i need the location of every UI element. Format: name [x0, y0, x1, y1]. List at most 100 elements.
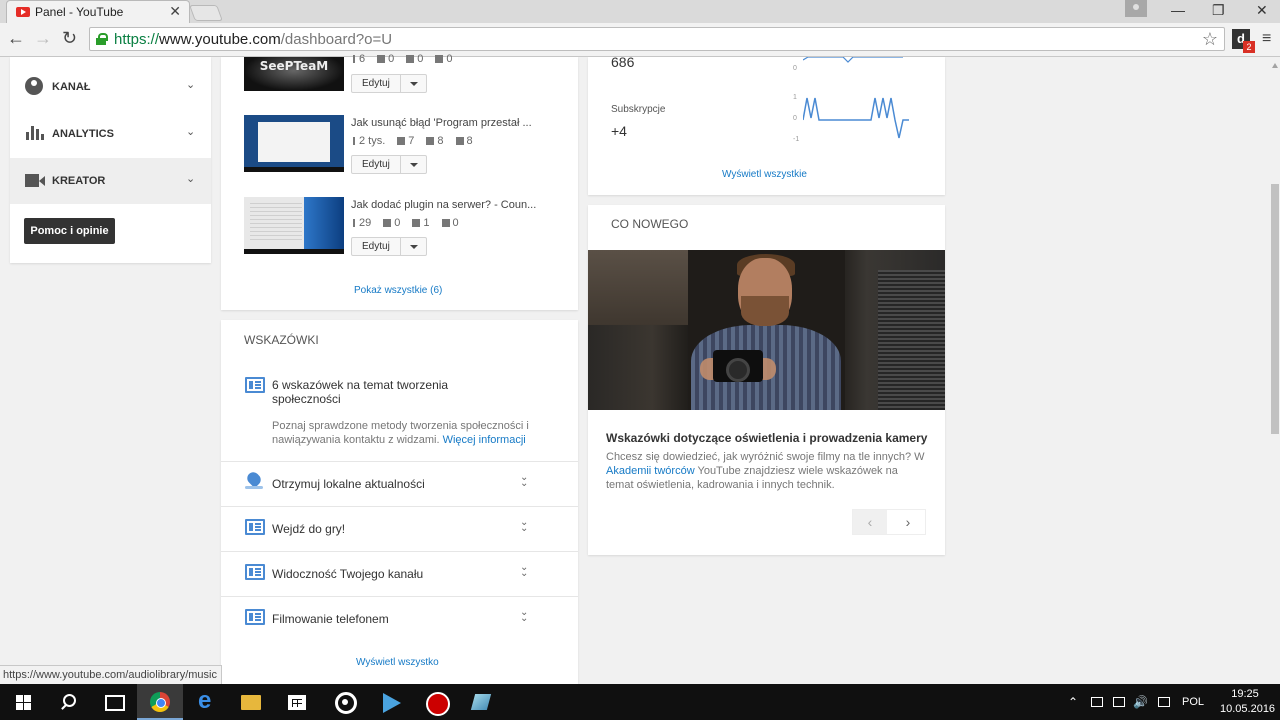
edge-taskbar-icon[interactable]	[183, 684, 229, 720]
system-clock[interactable]: 19:25 10.05.2016	[1220, 687, 1275, 717]
subscriptions-sparkline	[803, 97, 909, 139]
file-explorer-icon[interactable]	[228, 684, 274, 720]
sparkline-top	[803, 57, 903, 63]
featured-tip-description: Poznaj sprawdzone metody tworzenia społe…	[272, 420, 529, 446]
restore-button[interactable]: ❐	[1212, 2, 1225, 19]
media-player-icon[interactable]	[368, 684, 414, 720]
featured-video-image[interactable]	[588, 250, 945, 410]
tab-close-icon[interactable]: ✕	[169, 3, 181, 20]
dropdown-arrow-icon[interactable]	[410, 245, 418, 249]
tip-row[interactable]: Otrzymuj lokalne aktualności ⌄ ⌄	[221, 461, 578, 506]
start-button[interactable]	[0, 684, 46, 720]
back-button[interactable]: ←	[7, 28, 25, 49]
recent-videos-card: SeePTeaM 6000 Edytuj Jak usunąć błąd 'Pr…	[221, 53, 578, 310]
whats-new-title: CO NOWEGO	[611, 217, 689, 231]
search-icon[interactable]	[46, 684, 92, 720]
youtube-favicon-icon	[16, 7, 30, 17]
next-button[interactable]: ›	[891, 510, 925, 534]
reload-button[interactable]: ↻	[62, 28, 77, 49]
video-title[interactable]: Jak dodać plugin na serwer? - Coun...	[351, 199, 536, 211]
help-feedback-button[interactable]: Pomoc i opinie	[24, 218, 115, 244]
tips-icon	[245, 519, 265, 535]
volume-icon[interactable]: 🔊	[1133, 695, 1148, 709]
news-description: Chcesz się dowiedzieć, jak wyróżnić swoj…	[606, 451, 925, 491]
double-chevron-down-icon[interactable]: ⌄ ⌄	[520, 608, 528, 624]
tab-title: Panel - YouTube	[35, 5, 124, 19]
show-all-videos-link[interactable]: Pokaż wszystkie (6)	[354, 285, 442, 296]
sidebar-item-kreator[interactable]: KREATOR ⌄	[10, 158, 211, 204]
creator-academy-link[interactable]: Akademii twórców	[606, 465, 695, 477]
sidebar-item-label: KREATOR	[52, 175, 106, 187]
video-thumbnail[interactable]	[244, 197, 344, 254]
extension-badge: 2	[1243, 41, 1255, 53]
dashboard-sidebar: KANAŁ ⌄ ANALYTICS ⌄ KREATOR ⌄ Pomoc i op…	[10, 57, 211, 263]
video-stats: 29 0 1 0	[351, 217, 469, 229]
edit-button[interactable]: Edytuj	[351, 237, 427, 256]
double-chevron-down-icon[interactable]: ⌄ ⌄	[520, 563, 528, 579]
chrome-taskbar-icon[interactable]	[137, 684, 183, 720]
whats-new-card: CO NOWEGO Wskazówki dotyczące oświetleni…	[588, 205, 945, 555]
scroll-thumb[interactable]	[1271, 184, 1279, 434]
tips-icon	[245, 564, 265, 580]
subscriptions-label: Subskrypcje	[611, 104, 666, 115]
url-text: https://www.youtube.com/dashboard?o=U	[114, 31, 393, 48]
browser-tab-strip: Panel - YouTube ✕ — ❐ ✕	[0, 0, 1280, 23]
sidebar-item-kanal[interactable]: KANAŁ ⌄	[10, 64, 211, 110]
video-stats: 6000	[351, 53, 463, 65]
tip-row[interactable]: Wejdź do gry! ⌄ ⌄	[221, 506, 578, 551]
subscriptions-value: +4	[611, 123, 627, 139]
task-view-icon[interactable]	[90, 684, 136, 720]
app-circle-icon[interactable]	[322, 684, 368, 720]
bookmark-star-icon[interactable]: ☆	[1202, 29, 1218, 50]
video-thumbnail[interactable]	[244, 115, 344, 172]
chevron-down-icon: ⌄	[186, 79, 196, 91]
view-all-tips-link[interactable]: Wyświetl wszystko	[356, 657, 439, 668]
dropdown-arrow-icon[interactable]	[410, 82, 418, 86]
tray-chevron-icon[interactable]: ⌃	[1068, 695, 1078, 709]
axis-label: -1	[793, 136, 800, 143]
forward-button[interactable]: →	[34, 28, 52, 49]
new-tab-button[interactable]	[189, 5, 223, 21]
news-headline[interactable]: Wskazówki dotyczące oświetlenia i prowad…	[606, 431, 927, 445]
edit-button[interactable]: Edytuj	[351, 155, 427, 174]
app-icon[interactable]	[459, 684, 505, 720]
tip-row[interactable]: Filmowanie telefonem ⌄ ⌄	[221, 596, 578, 641]
user-icon	[25, 77, 43, 95]
notifications-icon[interactable]	[1158, 697, 1170, 707]
chevron-down-icon: ⌄	[186, 173, 196, 185]
sidebar-item-label: ANALYTICS	[52, 128, 114, 140]
scroll-up-arrow-icon[interactable]	[1272, 63, 1278, 68]
store-icon[interactable]	[274, 684, 320, 720]
network-icon[interactable]	[1113, 697, 1125, 707]
double-chevron-down-icon[interactable]: ⌄ ⌄	[520, 473, 528, 489]
video-title[interactable]: Jak usunąć błąd 'Program przestał ...	[351, 117, 532, 129]
chrome-menu-icon[interactable]: ≡	[1262, 30, 1271, 48]
sidebar-item-analytics[interactable]: ANALYTICS ⌄	[10, 111, 211, 157]
page-scrollbar[interactable]	[1270, 57, 1280, 684]
tips-icon	[245, 609, 265, 625]
battery-icon[interactable]	[1091, 697, 1103, 707]
secure-lock-icon	[96, 33, 108, 45]
close-window-button[interactable]: ✕	[1256, 2, 1268, 19]
featured-tip-title[interactable]: 6 wskazówek na temat tworzenia społeczno…	[272, 378, 512, 406]
minimize-button[interactable]: —	[1171, 2, 1185, 18]
recorder-icon[interactable]	[413, 684, 459, 720]
previous-button[interactable]: ‹	[853, 510, 887, 534]
sidebar-item-label: KANAŁ	[52, 81, 91, 93]
profile-icon[interactable]	[1125, 0, 1147, 17]
video-stats: 2 tys. 7 8 8	[351, 135, 483, 147]
video-thumbnail[interactable]: SeePTeaM	[244, 57, 344, 91]
browser-tab[interactable]: Panel - YouTube ✕	[6, 0, 190, 23]
address-bar[interactable]: https://www.youtube.com/dashboard?o=U ☆	[89, 27, 1225, 51]
double-chevron-down-icon[interactable]: ⌄ ⌄	[520, 518, 528, 534]
axis-label: 1	[793, 94, 797, 101]
status-bar-url: https://www.youtube.com/audiolibrary/mus…	[0, 665, 222, 684]
tip-row[interactable]: Widoczność Twojego kanału ⌄ ⌄	[221, 551, 578, 596]
dropdown-arrow-icon[interactable]	[410, 163, 418, 167]
tips-icon	[245, 377, 265, 393]
tip-row-title: Filmowanie telefonem	[272, 612, 389, 626]
more-info-link[interactable]: Więcej informacji	[443, 434, 526, 446]
edit-button[interactable]: Edytuj	[351, 74, 427, 93]
language-indicator[interactable]: POL	[1182, 696, 1204, 708]
view-all-analytics-link[interactable]: Wyświetl wszystkie	[722, 169, 807, 180]
